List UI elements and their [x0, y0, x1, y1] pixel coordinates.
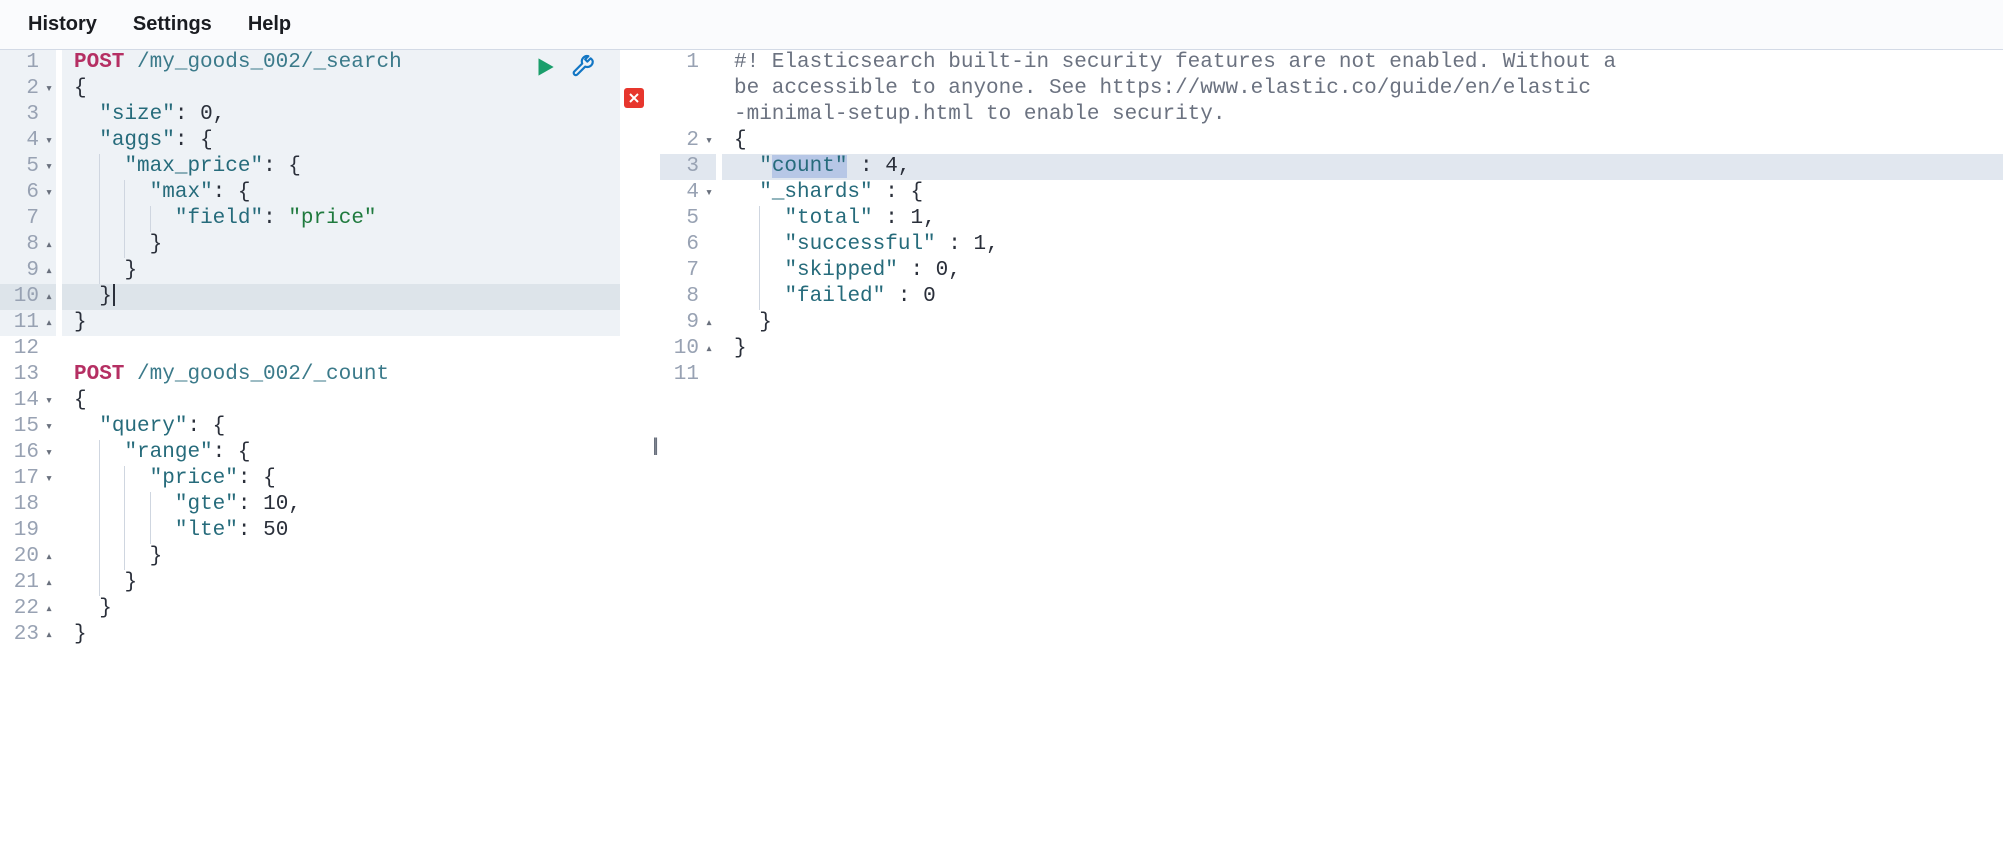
code-area[interactable]: POST /my_goods_002/_search{ "size": 0, "… [62, 50, 620, 841]
line-gutter: 12▾34▾5▾6▾78▴9▴10▴11▴121314▾15▾16▾17▾181… [0, 50, 62, 841]
line-gutter: 12▾34▾56789▴10▴11 [660, 50, 722, 841]
request-editor-panel: 12▾34▾5▾6▾78▴9▴10▴11▴121314▾15▾16▾17▾181… [0, 50, 620, 841]
response-viewer-panel: 12▾34▾56789▴10▴11 #! Elasticsearch built… [660, 50, 2003, 841]
annotation-strip [620, 50, 648, 841]
menu-bar: History Settings Help [0, 0, 2003, 50]
code-area: #! Elasticsearch built-in security featu… [722, 50, 2003, 841]
pane-resize-handle[interactable]: || [648, 50, 660, 841]
error-icon[interactable] [624, 88, 644, 108]
response-viewer[interactable]: 12▾34▾56789▴10▴11 #! Elasticsearch built… [660, 50, 2003, 841]
request-editor[interactable]: 12▾34▾5▾6▾78▴9▴10▴11▴121314▾15▾16▾17▾181… [0, 50, 620, 841]
menu-settings[interactable]: Settings [115, 13, 230, 36]
menu-history[interactable]: History [10, 13, 115, 36]
run-query-icon[interactable] [532, 54, 558, 85]
menu-help[interactable]: Help [230, 13, 309, 36]
wrench-icon[interactable] [570, 54, 596, 85]
